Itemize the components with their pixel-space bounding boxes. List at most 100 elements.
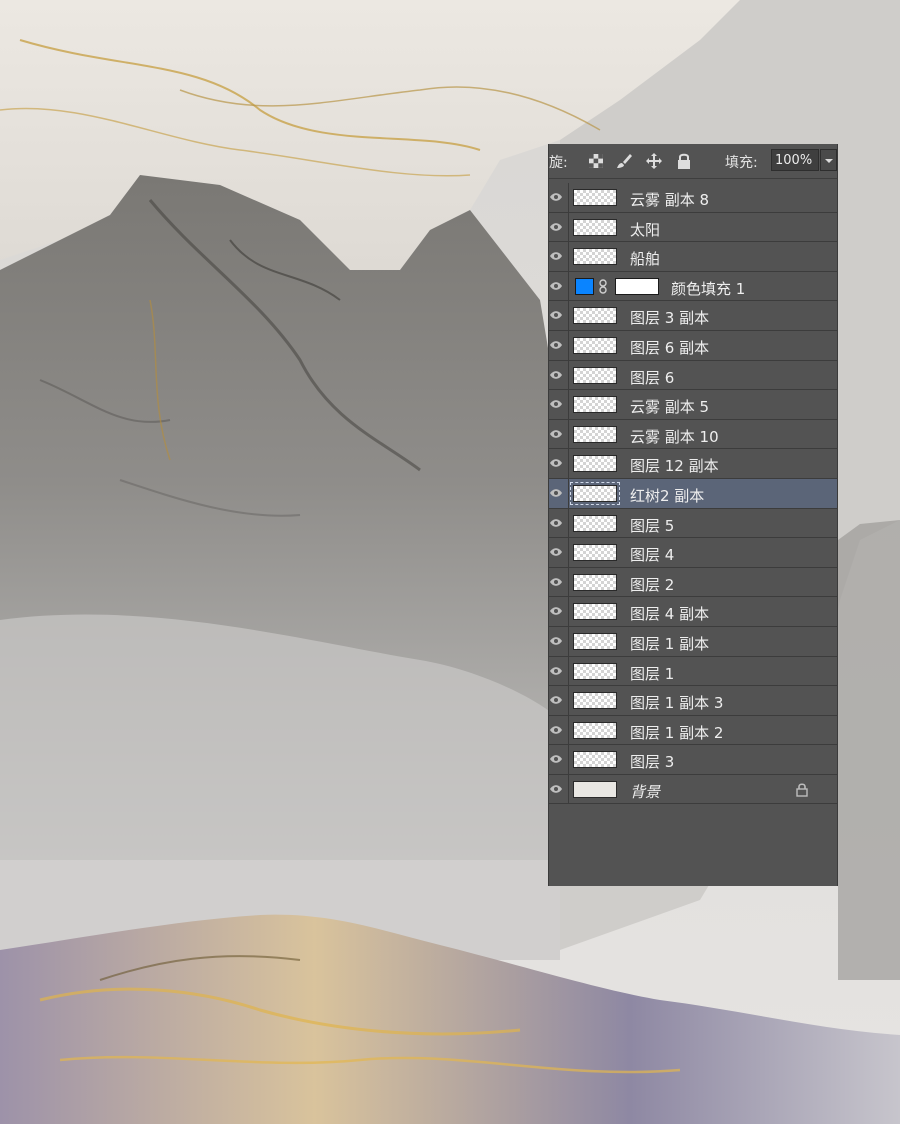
layer-thumbnail[interactable] — [573, 662, 617, 680]
layer-row[interactable]: 图层 6 副本 — [549, 330, 837, 361]
layer-thumbnail[interactable] — [573, 632, 617, 650]
eye-icon[interactable] — [550, 458, 562, 468]
eye-icon[interactable] — [550, 281, 562, 291]
visibility-toggle[interactable] — [549, 626, 569, 656]
layer-thumbnail[interactable] — [573, 218, 617, 236]
eye-icon[interactable] — [550, 666, 562, 676]
layer-thumbnail[interactable] — [573, 603, 617, 621]
eye-icon[interactable] — [550, 606, 562, 616]
layer-thumbnail[interactable] — [573, 189, 617, 206]
layer-thumbnail[interactable] — [573, 307, 617, 325]
visibility-toggle[interactable] — [549, 656, 569, 686]
visibility-toggle[interactable] — [549, 271, 569, 301]
layer-row[interactable]: 红树2 副本 — [549, 478, 837, 509]
lock-icon — [796, 783, 808, 797]
eye-icon[interactable] — [550, 222, 562, 232]
eye-icon[interactable] — [550, 370, 562, 380]
visibility-toggle[interactable] — [549, 774, 569, 804]
layer-name: 图层 4 — [630, 546, 675, 565]
visibility-toggle[interactable] — [549, 567, 569, 597]
layer-row[interactable]: 背景 — [549, 774, 837, 805]
lock-paint-icon[interactable] — [615, 152, 633, 170]
layer-thumbnail[interactable] — [573, 396, 617, 414]
eye-icon[interactable] — [550, 518, 562, 528]
layer-name: 图层 1 副本 2 — [630, 723, 724, 742]
visibility-toggle[interactable] — [549, 419, 569, 449]
visibility-toggle[interactable] — [549, 597, 569, 626]
fill-opacity-dropdown[interactable] — [820, 149, 837, 171]
eye-icon[interactable] — [550, 577, 562, 587]
visibility-toggle[interactable] — [549, 212, 569, 242]
eye-icon[interactable] — [550, 251, 562, 261]
fill-opacity-input[interactable]: 100% — [771, 149, 819, 171]
layer-thumbnail[interactable] — [573, 721, 617, 739]
eye-icon[interactable] — [550, 340, 562, 350]
eye-icon[interactable] — [550, 429, 562, 439]
lock-all-icon[interactable] — [675, 152, 693, 170]
visibility-toggle[interactable] — [549, 538, 569, 567]
layer-thumbnail[interactable] — [573, 692, 617, 710]
eye-icon[interactable] — [550, 784, 562, 794]
eye-icon[interactable] — [550, 488, 562, 498]
eye-icon[interactable] — [550, 192, 562, 202]
layer-row[interactable]: 图层 1 副本 — [549, 626, 837, 657]
layer-thumbnail[interactable] — [573, 425, 617, 443]
layer-thumbnail[interactable] — [573, 248, 617, 266]
visibility-toggle[interactable] — [549, 715, 569, 745]
eye-icon[interactable] — [550, 399, 562, 409]
layer-row[interactable]: 云雾 副本 8 — [549, 183, 837, 213]
layer-thumbnail[interactable] — [573, 573, 617, 591]
layer-thumbnail[interactable] — [573, 455, 617, 473]
layer-row[interactable]: 图层 12 副本 — [549, 449, 837, 479]
layer-row[interactable]: 图层 6 — [549, 360, 837, 391]
layer-row[interactable]: 船舶 — [549, 242, 837, 272]
layer-row[interactable]: 云雾 副本 5 — [549, 390, 837, 420]
layer-row[interactable]: 图层 1 — [549, 656, 837, 687]
layer-row[interactable]: 图层 3 — [549, 745, 837, 775]
layer-thumbnail[interactable] — [573, 336, 617, 354]
layer-row[interactable]: 图层 2 — [549, 567, 837, 598]
fill-color-swatch[interactable] — [575, 277, 594, 295]
layer-row[interactable]: 图层 4 副本 — [549, 597, 837, 627]
visibility-toggle[interactable] — [549, 183, 569, 212]
layer-row[interactable]: 图层 1 副本 3 — [549, 686, 837, 716]
layer-thumbnail[interactable] — [573, 780, 617, 798]
lock-move-icon[interactable] — [645, 152, 663, 170]
eye-icon[interactable] — [550, 636, 562, 646]
layer-row[interactable]: 图层 4 — [549, 538, 837, 568]
visibility-toggle[interactable] — [549, 360, 569, 390]
fill-label: 填充: — [725, 155, 758, 171]
layer-row[interactable]: 云雾 副本 10 — [549, 419, 837, 450]
layer-name: 背景 — [630, 782, 661, 801]
visibility-toggle[interactable] — [549, 301, 569, 330]
visibility-toggle[interactable] — [549, 686, 569, 715]
layer-name: 图层 5 — [630, 516, 675, 535]
layer-row[interactable]: 颜色填充 1 — [549, 271, 837, 302]
layers-panel: 旋: 填充: 100% 云雾 副本 8 太阳 船舶 颜色填充 1 图层 3 副本 图层 6… — [548, 144, 838, 886]
layer-mask-thumbnail[interactable] — [615, 277, 659, 295]
layer-name: 太阳 — [630, 220, 661, 239]
layer-thumbnail[interactable] — [573, 514, 617, 532]
layer-row[interactable]: 图层 1 副本 2 — [549, 715, 837, 746]
visibility-toggle[interactable] — [549, 449, 569, 478]
layer-thumbnail[interactable] — [573, 751, 617, 769]
layer-row[interactable]: 图层 3 副本 — [549, 301, 837, 331]
eye-icon[interactable] — [550, 695, 562, 705]
layer-row[interactable]: 图层 5 — [549, 508, 837, 539]
layer-row[interactable]: 太阳 — [549, 212, 837, 243]
visibility-toggle[interactable] — [549, 390, 569, 419]
eye-icon[interactable] — [550, 310, 562, 320]
visibility-toggle[interactable] — [549, 478, 569, 508]
link-icon[interactable] — [598, 279, 608, 294]
layer-thumbnail[interactable] — [570, 481, 620, 505]
eye-icon[interactable] — [550, 547, 562, 557]
visibility-toggle[interactable] — [549, 508, 569, 538]
eye-icon[interactable] — [550, 725, 562, 735]
visibility-toggle[interactable] — [549, 242, 569, 271]
layer-thumbnail[interactable] — [573, 544, 617, 562]
layer-thumbnail[interactable] — [573, 366, 617, 384]
visibility-toggle[interactable] — [549, 330, 569, 360]
visibility-toggle[interactable] — [549, 745, 569, 774]
eye-icon[interactable] — [550, 754, 562, 764]
lock-transparent-icon[interactable] — [587, 152, 605, 170]
